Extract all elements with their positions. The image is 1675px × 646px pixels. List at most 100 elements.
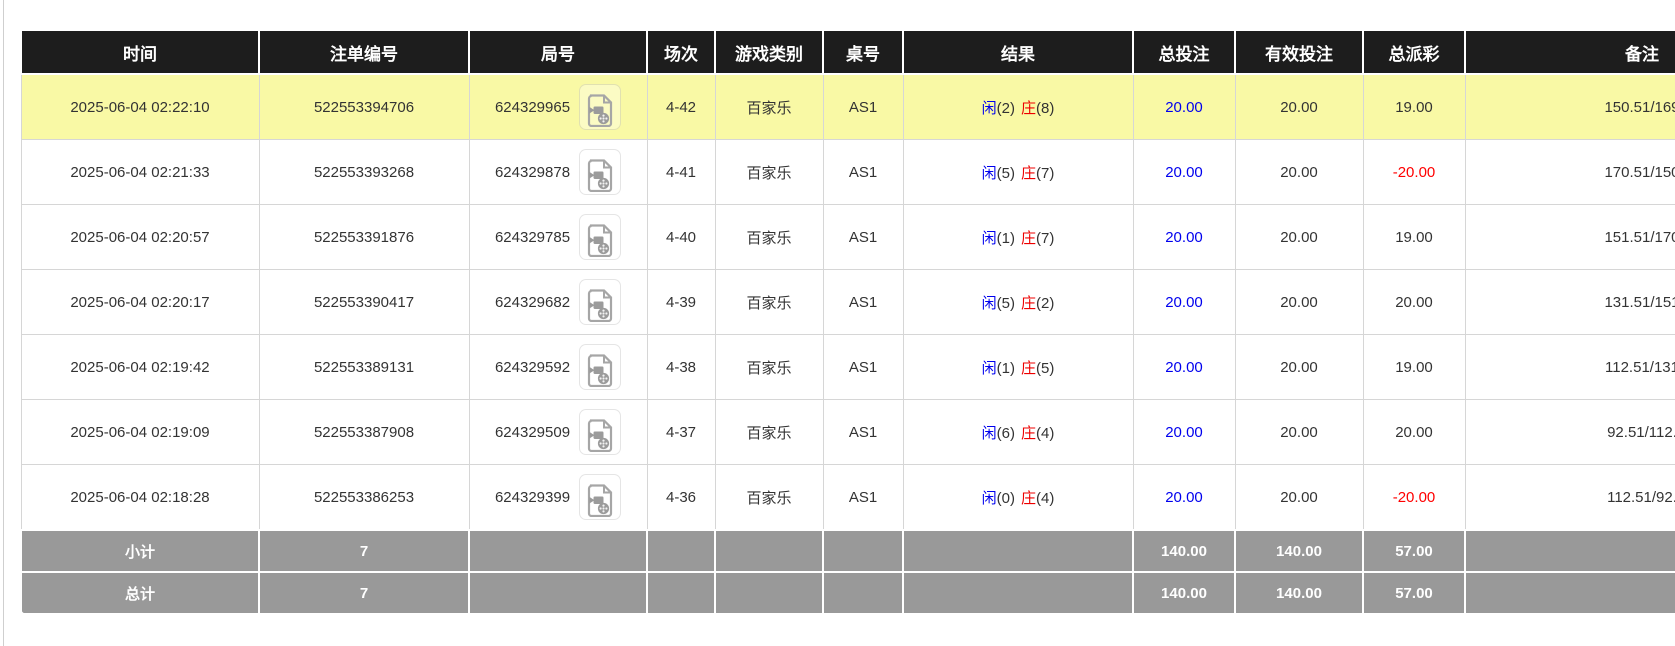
- cell-table_no: AS1: [823, 205, 903, 270]
- cell-session: 4-38: [647, 335, 715, 400]
- result-banker-label: 庄: [1021, 425, 1036, 442]
- cell-table_no: AS1: [823, 74, 903, 140]
- footer-count: 7: [259, 530, 469, 572]
- result-player-score: (6): [997, 425, 1015, 442]
- result-player-label: 闲: [982, 490, 997, 507]
- video-file-icon: [586, 224, 614, 257]
- video-replay-button[interactable]: [579, 474, 621, 520]
- cell-time: 2025-06-04 02:20:57: [21, 205, 259, 270]
- cell-bet_id: 522553391876: [259, 205, 469, 270]
- cell-game_type: 百家乐: [715, 74, 823, 140]
- result-banker-label: 庄: [1021, 295, 1036, 312]
- total-bet-link[interactable]: 20.00: [1165, 359, 1203, 376]
- footer-cell-round_id: [469, 530, 647, 572]
- result-banker-score: (4): [1036, 490, 1054, 507]
- round-id-text: 624329399: [495, 489, 570, 506]
- column-header-time: 时间: [21, 30, 259, 74]
- cell-total_bet: 20.00: [1133, 270, 1235, 335]
- result-banker-score: (7): [1036, 165, 1054, 182]
- round-id-text: 624329682: [495, 294, 570, 311]
- total-bet-link[interactable]: 20.00: [1165, 294, 1203, 311]
- video-replay-button[interactable]: [579, 344, 621, 390]
- cell-time: 2025-06-04 02:18:28: [21, 465, 259, 531]
- cell-remark: 151.51/170: [1465, 205, 1675, 270]
- cell-time: 2025-06-04 02:21:33: [21, 140, 259, 205]
- footer-cell-remark: [1465, 572, 1675, 614]
- total-bet-link[interactable]: 20.00: [1165, 99, 1203, 116]
- column-header-remark: 备注: [1465, 30, 1675, 74]
- bet-record-row: 2025-06-04 02:19:09522553387908624329509…: [21, 400, 1675, 465]
- video-file-icon: [586, 94, 614, 127]
- video-replay-button[interactable]: [579, 279, 621, 325]
- cell-game_type: 百家乐: [715, 205, 823, 270]
- footer-cell-table_no: [823, 572, 903, 614]
- cell-total_bet: 20.00: [1133, 205, 1235, 270]
- table-header: 时间注单编号局号场次游戏类别桌号结果总投注有效投注总派彩备注: [21, 30, 1675, 74]
- cell-remark: 112.51/131: [1465, 335, 1675, 400]
- cell-time: 2025-06-04 02:19:42: [21, 335, 259, 400]
- cell-result: 闲(1)庄(7): [903, 205, 1133, 270]
- cell-session: 4-42: [647, 74, 715, 140]
- result-player-score: (2): [997, 100, 1015, 117]
- result-banker-label: 庄: [1021, 165, 1036, 182]
- cell-game_type: 百家乐: [715, 400, 823, 465]
- result-banker-label: 庄: [1021, 100, 1036, 117]
- subtotal-row: 小计7140.00140.0057.00: [21, 530, 1675, 572]
- cell-session: 4-39: [647, 270, 715, 335]
- video-replay-button[interactable]: [579, 149, 621, 195]
- cell-round_id: 624329509: [469, 400, 647, 465]
- result-player-label: 闲: [982, 360, 997, 377]
- cell-valid_bet: 20.00: [1235, 465, 1363, 531]
- result-banker-score: (5): [1036, 360, 1054, 377]
- video-file-icon: [586, 484, 614, 517]
- grand-total-row: 总计7140.00140.0057.00: [21, 572, 1675, 614]
- video-replay-button[interactable]: [579, 409, 621, 455]
- result-banker-label: 庄: [1021, 490, 1036, 507]
- total-bet-link[interactable]: 20.00: [1165, 229, 1203, 246]
- cell-total_bet: 20.00: [1133, 400, 1235, 465]
- footer-label: 总计: [21, 572, 259, 614]
- total-bet-link[interactable]: 20.00: [1165, 424, 1203, 441]
- round-id-text: 624329592: [495, 359, 570, 376]
- footer-cell-table_no: [823, 530, 903, 572]
- header-row: 时间注单编号局号场次游戏类别桌号结果总投注有效投注总派彩备注: [21, 30, 1675, 74]
- column-header-game_type: 游戏类别: [715, 30, 823, 74]
- round-id-text: 624329785: [495, 229, 570, 246]
- bet-record-row: 2025-06-04 02:20:57522553391876 624329785…: [21, 205, 1675, 270]
- result-player-score: (5): [997, 165, 1015, 182]
- footer-cell-total_payout: 57.00: [1363, 572, 1465, 614]
- bet-record-row: 2025-06-04 02:18:28522553386253624329399…: [21, 465, 1675, 531]
- cell-time: 2025-06-04 02:20:17: [21, 270, 259, 335]
- result-player-score: (1): [997, 230, 1015, 247]
- total-bet-link[interactable]: 20.00: [1165, 164, 1203, 181]
- cell-result: 闲(2)庄(8): [903, 74, 1133, 140]
- cell-remark: 170.51/150: [1465, 140, 1675, 205]
- cell-total_payout: -20.00: [1363, 465, 1465, 531]
- video-replay-button[interactable]: [579, 84, 621, 130]
- cell-bet_id: 522553393268: [259, 140, 469, 205]
- cell-session: 4-41: [647, 140, 715, 205]
- footer-cell-result: [903, 572, 1133, 614]
- bet-record-row: 2025-06-04 02:20:17522553390417624329682…: [21, 270, 1675, 335]
- result-banker-label: 庄: [1021, 360, 1036, 377]
- bet-record-row: 2025-06-04 02:19:42522553389131624329592…: [21, 335, 1675, 400]
- column-header-session: 场次: [647, 30, 715, 74]
- result-player-score: (0): [997, 490, 1015, 507]
- cell-session: 4-37: [647, 400, 715, 465]
- footer-cell-game_type: [715, 572, 823, 614]
- result-banker-score: (2): [1036, 295, 1054, 312]
- cell-valid_bet: 20.00: [1235, 205, 1363, 270]
- cell-remark: 92.51/112.: [1465, 400, 1675, 465]
- footer-cell-remark: [1465, 530, 1675, 572]
- cell-game_type: 百家乐: [715, 140, 823, 205]
- video-replay-button[interactable]: [579, 214, 621, 260]
- cell-table_no: AS1: [823, 140, 903, 205]
- result-player-score: (1): [997, 360, 1015, 377]
- cell-total_payout: 20.00: [1363, 400, 1465, 465]
- cell-bet_id: 522553387908: [259, 400, 469, 465]
- result-banker-score: (4): [1036, 425, 1054, 442]
- round-id-text: 624329509: [495, 424, 570, 441]
- footer-cell-round_id: [469, 572, 647, 614]
- cell-remark: 131.51/151: [1465, 270, 1675, 335]
- total-bet-link[interactable]: 20.00: [1165, 489, 1203, 506]
